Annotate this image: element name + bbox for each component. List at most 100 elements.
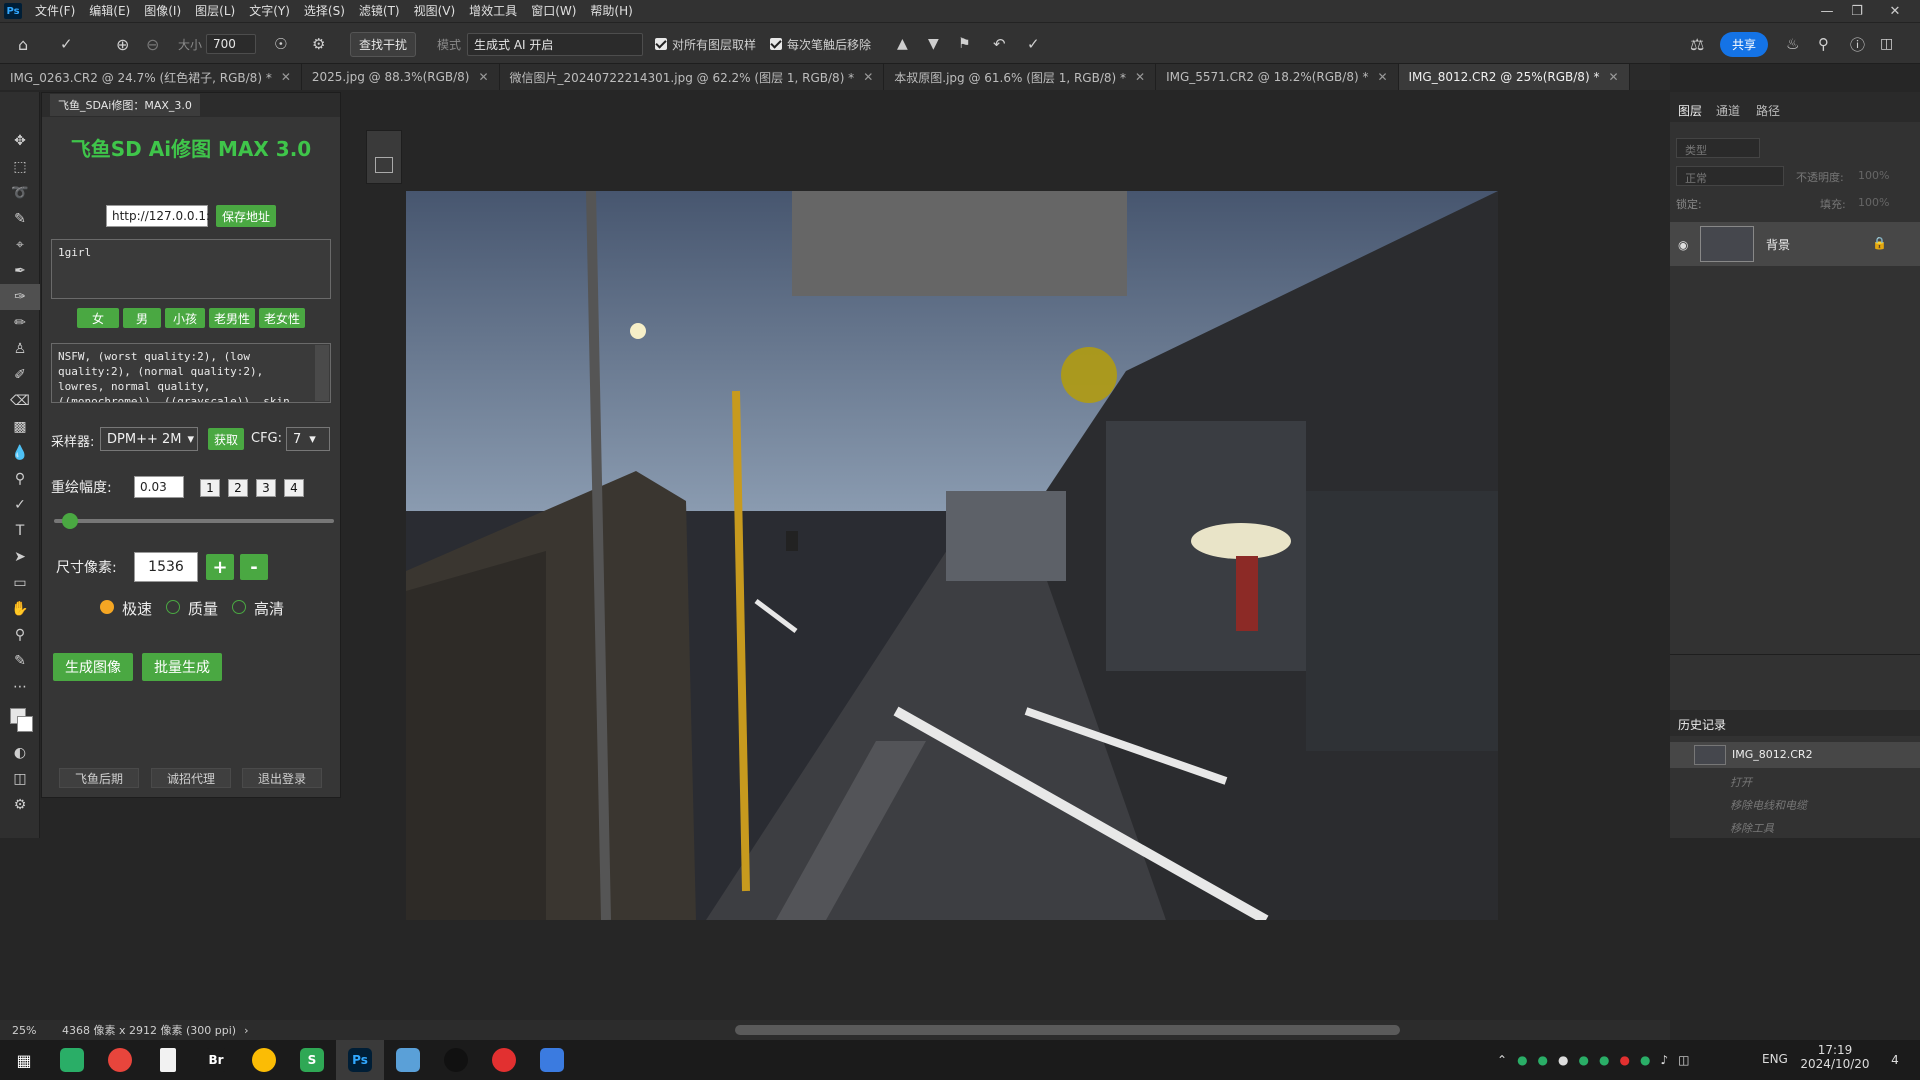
size-plus-button[interactable]: +: [206, 554, 234, 580]
network-icon[interactable]: ◫: [1678, 1053, 1689, 1067]
eyedropper-icon[interactable]: ✒: [0, 258, 40, 284]
image-icon[interactable]: [375, 157, 393, 173]
zoom-icon[interactable]: ⚲: [0, 622, 40, 648]
commit-check-icon[interactable]: ✓: [1027, 23, 1040, 65]
wechat-tray-icon[interactable]: ●: [1517, 1053, 1527, 1067]
search-icon[interactable]: ⚲: [1818, 23, 1829, 65]
menu-type[interactable]: 文字(Y): [242, 0, 297, 22]
color-swatches[interactable]: [0, 700, 39, 740]
layer-name[interactable]: 背景: [1766, 236, 1790, 253]
restore-icon[interactable]: ❐: [1842, 0, 1872, 22]
history-title[interactable]: 历史记录: [1678, 716, 1726, 733]
denoise-preset-2[interactable]: 2: [228, 479, 248, 497]
close-icon[interactable]: ✕: [281, 70, 291, 84]
menu-select[interactable]: 选择(S): [297, 0, 352, 22]
help-icon[interactable]: ⓘ: [1850, 23, 1865, 65]
stamp-tool-icon[interactable]: ♙: [0, 336, 40, 362]
doc-tab[interactable]: 2025.jpg @ 88.3%(RGB/8) ✕: [301, 64, 500, 90]
size-minus-button[interactable]: -: [240, 554, 268, 580]
fetch-button[interactable]: 获取: [208, 428, 244, 450]
menu-window[interactable]: 窗口(W): [524, 0, 583, 22]
rectangle-icon[interactable]: ▭: [0, 570, 40, 596]
sampler-select[interactable]: DPM++ 2M ▾: [100, 427, 198, 451]
layer-filter-select[interactable]: 类型: [1676, 138, 1760, 158]
thumbs-up-icon[interactable]: ▲: [897, 23, 908, 65]
radio-quality[interactable]: [166, 600, 180, 614]
taskbar-app[interactable]: S: [288, 1040, 336, 1080]
minimize-icon[interactable]: —: [1812, 0, 1842, 22]
denoise-preset-3[interactable]: 3: [256, 479, 276, 497]
logout-button[interactable]: 退出登录: [242, 768, 322, 788]
quick-select-icon[interactable]: ✎: [0, 206, 40, 232]
negative-prompt-textarea[interactable]: NSFW, (worst quality:2), (low quality:2)…: [51, 343, 331, 403]
taskbar-app[interactable]: [240, 1040, 288, 1080]
history-item[interactable]: 移除电线和电缆: [1730, 797, 1807, 813]
bell-icon[interactable]: ♨: [1786, 23, 1799, 65]
taskbar-app[interactable]: [432, 1040, 480, 1080]
gear-icon[interactable]: ⚙: [312, 23, 325, 65]
taskbar-app[interactable]: [384, 1040, 432, 1080]
thumbs-down-icon[interactable]: ▼: [928, 23, 939, 65]
close-icon[interactable]: ✕: [863, 70, 873, 84]
menu-layer[interactable]: 图层(L): [188, 0, 242, 22]
tab-paths[interactable]: 路径: [1756, 102, 1780, 119]
speaker-icon[interactable]: ♪: [1660, 1053, 1668, 1067]
doc-tab[interactable]: IMG_5571.CR2 @ 18.2%(RGB/8) * ✕: [1156, 64, 1399, 90]
doc-tab[interactable]: IMG_0263.CR2 @ 24.7% (红色裙子, RGB/8) * ✕: [0, 64, 302, 90]
lasso-tool-icon[interactable]: ➰: [0, 180, 40, 206]
workspace-icon[interactable]: ◫: [1880, 23, 1893, 65]
history-brush-icon[interactable]: ✐: [0, 362, 40, 388]
close-icon[interactable]: ✕: [1135, 70, 1145, 84]
save-url-button[interactable]: 保存地址: [216, 205, 276, 227]
type-tool-icon[interactable]: T: [0, 518, 40, 544]
agent-button[interactable]: 诚招代理: [151, 768, 231, 788]
history-item[interactable]: 移除工具: [1730, 820, 1774, 836]
gradient-icon[interactable]: ▩: [0, 414, 40, 440]
hand-icon[interactable]: ✋: [0, 596, 40, 622]
blend-mode-select[interactable]: 正常: [1676, 166, 1784, 186]
denoise-preset-1[interactable]: 1: [200, 479, 220, 497]
wechat-tray-icon[interactable]: ●: [1538, 1053, 1548, 1067]
chevron-right-icon[interactable]: ›: [244, 1024, 248, 1037]
radio-hd[interactable]: [232, 600, 246, 614]
preset-old-male-button[interactable]: 老男性: [209, 308, 255, 328]
slider-thumb[interactable]: [61, 513, 78, 529]
brush-subtract-icon[interactable]: ⊖: [146, 23, 159, 65]
crop-tool-icon[interactable]: ⌖: [0, 232, 40, 258]
sample-all-checkbox[interactable]: [655, 38, 667, 50]
close-icon[interactable]: ✕: [1608, 70, 1618, 84]
document-info[interactable]: 4368 像素 x 2912 像素 (300 ppi): [62, 1022, 236, 1038]
pressure-icon[interactable]: ☉: [274, 23, 287, 65]
denoise-input[interactable]: 0.03: [134, 476, 184, 498]
menu-file[interactable]: 文件(F): [28, 0, 82, 22]
remove-tool-icon[interactable]: ✓: [60, 23, 73, 65]
close-icon[interactable]: ✕: [1377, 70, 1387, 84]
preset-old-female-button[interactable]: 老女性: [259, 308, 305, 328]
batch-generate-button[interactable]: 批量生成: [142, 653, 222, 681]
taskbar-app[interactable]: Br: [192, 1040, 240, 1080]
preset-female-button[interactable]: 女: [77, 308, 119, 328]
home-icon[interactable]: ⌂: [18, 23, 28, 65]
denoise-slider[interactable]: [54, 519, 334, 523]
wechat-tray-icon[interactable]: ●: [1640, 1053, 1650, 1067]
history-item[interactable]: 打开: [1730, 774, 1752, 790]
cfg-select[interactable]: 7 ▾: [286, 427, 330, 451]
taskbar-app[interactable]: [48, 1040, 96, 1080]
taskbar-app[interactable]: [144, 1040, 192, 1080]
mic-icon[interactable]: ●: [1558, 1053, 1568, 1067]
fill-value[interactable]: 100%: [1858, 196, 1889, 209]
menu-edit[interactable]: 编辑(E): [82, 0, 137, 22]
opacity-value[interactable]: 100%: [1858, 169, 1889, 182]
marquee-tool-icon[interactable]: ⬚: [0, 154, 40, 180]
app-tray-icon[interactable]: ●: [1619, 1053, 1629, 1067]
scrollbar[interactable]: [315, 345, 329, 401]
blur-icon[interactable]: 💧: [0, 440, 40, 466]
taskbar-app[interactable]: [528, 1040, 576, 1080]
notification-icon[interactable]: 4: [1882, 1050, 1908, 1070]
tab-channels[interactable]: 通道: [1716, 102, 1740, 119]
eraser-icon[interactable]: ⌫: [0, 388, 40, 414]
edit-toolbar-icon[interactable]: ✎: [0, 648, 40, 674]
plugin-tab[interactable]: 飞鱼_SDAi修图：MAX_3.0: [50, 94, 200, 116]
chevron-up-icon[interactable]: ⌃: [1497, 1053, 1507, 1067]
menu-filter[interactable]: 滤镜(T): [352, 0, 407, 22]
